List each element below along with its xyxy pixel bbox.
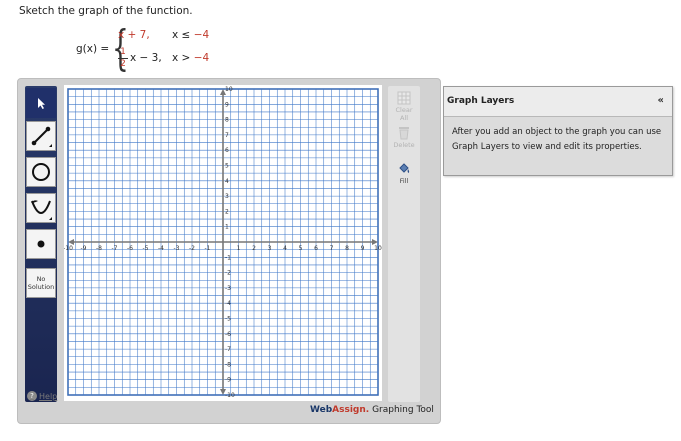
x-tick-label: 2 [252, 245, 256, 252]
collapse-panel-button[interactable]: « [658, 95, 664, 106]
y-tick-label: 5 [225, 163, 229, 170]
x-tick-label: -10 [64, 245, 73, 252]
y-tick-label: 3 [225, 193, 229, 200]
y-tick-label: 7 [225, 132, 229, 139]
x-tick-label: 10 [374, 245, 382, 252]
y-tick-label: 4 [225, 178, 229, 185]
fraction-numerator: 1 [118, 48, 128, 59]
pointer-tool[interactable] [26, 88, 56, 118]
function-name: g(x) = [76, 43, 110, 55]
y-tick-label: 10 [225, 86, 233, 93]
piece1-expression: x + 7, [118, 29, 150, 41]
trash-icon [399, 127, 409, 140]
x-tick-label: -3 [174, 245, 180, 252]
fill-label: Fill [399, 177, 409, 185]
piecewise-function: g(x) = { x + 7, x ≤ −4 1 2 x − 3, x > −4 [76, 24, 246, 74]
y-tick-label: -2 [225, 270, 231, 277]
graph-layers-description: After you add an object to the graph you… [452, 127, 662, 152]
help-label: Help [39, 391, 58, 401]
y-tick-label: -10 [225, 392, 235, 399]
x-tick-label: -4 [158, 245, 164, 252]
x-tick-label: -2 [189, 245, 195, 252]
clear-all-label: Clear All [395, 106, 413, 122]
x-tick-label: -8 [96, 245, 102, 252]
circle-icon [32, 163, 50, 181]
x-tick-label: -1 [205, 245, 211, 252]
pointer-icon [38, 98, 45, 109]
clear-all-button[interactable]: Clear All [391, 89, 417, 122]
y-tick-label: 2 [225, 208, 229, 215]
y-tick-label: -4 [225, 300, 231, 307]
fraction-denominator: 2 [120, 59, 126, 69]
parabola-icon [31, 200, 52, 220]
x-tick-label: 6 [314, 245, 318, 252]
line-segment-icon [31, 126, 52, 147]
line-tool[interactable] [26, 121, 56, 151]
help-link[interactable]: ? Help [27, 391, 57, 401]
y-tick-label: -9 [225, 377, 231, 384]
y-tick-label: -3 [225, 285, 231, 292]
graph-canvas[interactable]: -10 -9 -8 -7 -6 -5 -4 -3 -2 -1 1 2 3 4 5 6 7 8 9 10 10 9 8 7 6 5 4… [64, 85, 382, 401]
piece2-fraction: 1 2 [118, 48, 128, 69]
graph-layers-title: Graph Layers [447, 96, 515, 106]
x-tick-label: 8 [345, 245, 349, 252]
piece2-condition: x > −4 [172, 52, 210, 64]
y-tick-label: -1 [225, 254, 231, 261]
no-solution-label-1: No [36, 275, 46, 283]
x-tick-label: 7 [330, 245, 334, 252]
y-tick-label: -6 [225, 331, 231, 338]
x-tick-label: 4 [283, 245, 287, 252]
fill-button[interactable]: Fill [391, 160, 417, 190]
x-tick-label: -5 [143, 245, 149, 252]
circle-tool[interactable] [26, 157, 56, 187]
x-tick-label: 1 [237, 245, 241, 252]
graphing-page: Sketch the graph of the function. g(x) =… [0, 0, 681, 441]
webassign-brand: WebAssign. Graphing Tool [310, 405, 434, 415]
no-solution-label-2: Solution [27, 283, 55, 291]
x-tick-label: 3 [268, 245, 272, 252]
y-tick-label: 9 [225, 101, 229, 108]
graph-layers-header: Graph Layers « [444, 87, 672, 117]
point-tool[interactable] [26, 229, 56, 259]
delete-label: Delete [393, 141, 415, 149]
coordinate-grid: -10 -9 -8 -7 -6 -5 -4 -3 -2 -1 1 2 3 4 5 6 7 8 9 10 10 9 8 7 6 5 4… [64, 86, 382, 399]
parabola-tool[interactable] [26, 193, 56, 223]
paint-bucket-icon [399, 163, 410, 173]
y-tick-label: -8 [225, 361, 231, 368]
x-tick-label: -6 [127, 245, 133, 252]
point-icon [37, 240, 45, 248]
question-prompt: Sketch the graph of the function. [19, 5, 193, 17]
y-tick-label: 6 [225, 147, 229, 154]
y-tick-label: 1 [225, 224, 229, 231]
y-tick-label: -7 [225, 346, 231, 353]
x-tick-label: 9 [361, 245, 365, 252]
delete-button[interactable]: Delete [391, 124, 417, 154]
y-tick-label: -5 [225, 316, 231, 323]
piece2-expression: x − 3, [130, 52, 162, 64]
x-tick-label: 5 [299, 245, 303, 252]
piece1-condition: x ≤ −4 [172, 29, 210, 41]
x-tick-label: -7 [112, 245, 118, 252]
grid-icon [397, 91, 411, 105]
y-tick-label: 8 [225, 117, 229, 124]
x-tick-label: -9 [81, 245, 87, 252]
help-icon: ? [27, 391, 37, 401]
graph-layers-panel: Graph Layers « After you add an object t… [443, 86, 673, 176]
no-solution-button[interactable]: No Solution [26, 268, 56, 298]
